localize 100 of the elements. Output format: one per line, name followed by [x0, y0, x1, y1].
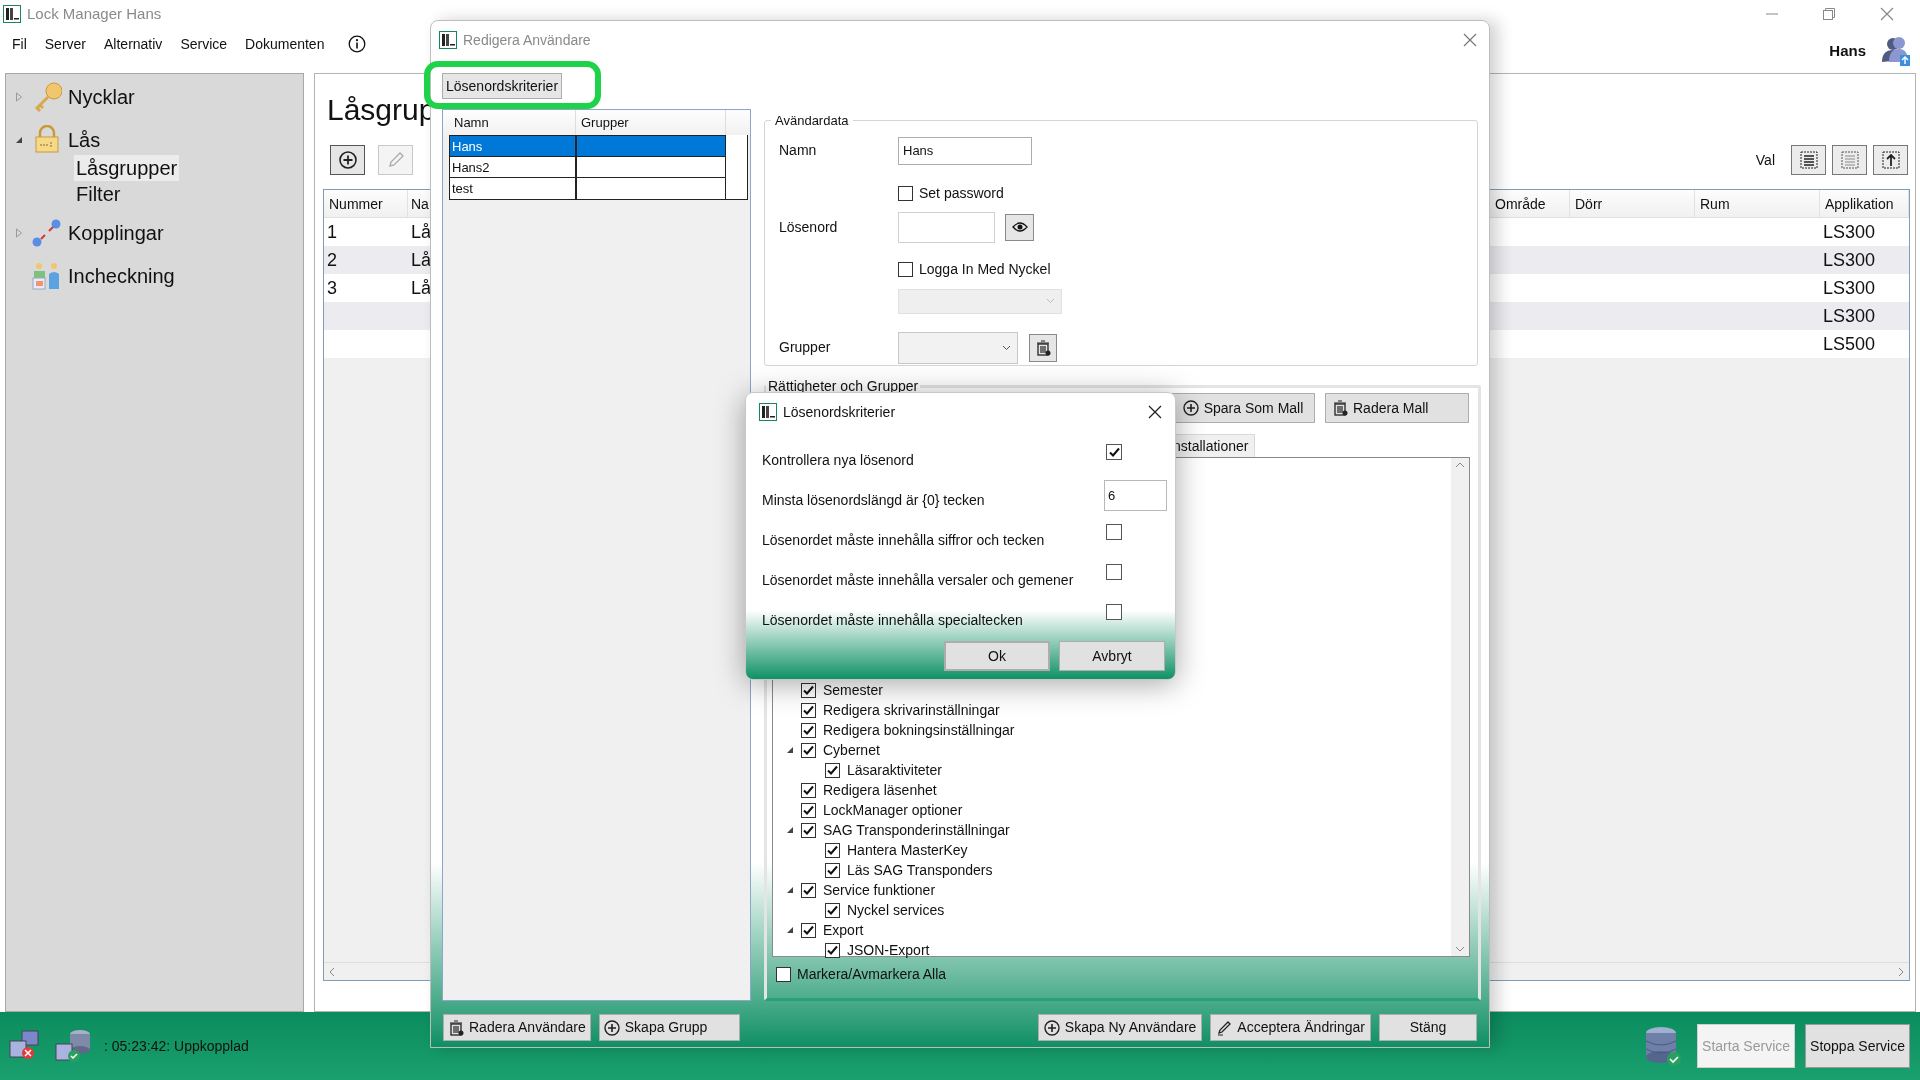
checkbox[interactable] [801, 922, 816, 938]
checkbox[interactable] [1106, 604, 1122, 620]
menu-item[interactable]: Fil [12, 33, 27, 55]
checkbox[interactable] [1106, 524, 1122, 540]
table-cell-text: LS300 [1822, 277, 1877, 300]
deselect-all-button[interactable] [1832, 145, 1867, 175]
checkbox-label[interactable]: Markera/Avmarkera Alla [797, 964, 947, 985]
check-icon [826, 844, 839, 856]
sidebar-item[interactable]: Incheckning [68, 260, 175, 291]
pencil-icon [1216, 1019, 1233, 1036]
checkbox[interactable] [825, 762, 840, 778]
checkbox[interactable] [825, 842, 840, 858]
eye-icon [1011, 222, 1028, 232]
expander-icon[interactable] [786, 886, 794, 894]
tree-item[interactable]: SAG Transponderinställningar [823, 819, 1010, 841]
user-row[interactable]: test [449, 177, 576, 200]
select-all-button[interactable] [1791, 145, 1826, 175]
menu-item[interactable]: Alternativ [104, 33, 163, 55]
checkbox[interactable] [801, 782, 816, 798]
min-length-field[interactable]: 6 [1104, 479, 1167, 511]
expander-icon[interactable] [786, 926, 794, 934]
checkbox[interactable] [801, 882, 816, 898]
add-button[interactable] [330, 145, 365, 175]
button[interactable]: Skapa Ny Användare [1037, 1014, 1203, 1041]
menu-item[interactable]: Service [180, 33, 228, 55]
tree-item[interactable]: JSON-Export [847, 939, 930, 961]
tree-item[interactable]: Hantera MasterKey [847, 839, 968, 861]
table-cell-text: Lå [410, 221, 433, 244]
checkbox[interactable] [1106, 444, 1122, 460]
password-criteria-button[interactable]: Lösenordskriterier [442, 73, 563, 99]
checkbox[interactable] [801, 802, 816, 818]
export-button[interactable] [1873, 145, 1908, 175]
button[interactable]: Radera Användare [443, 1014, 591, 1041]
checkbox[interactable] [898, 186, 913, 201]
padlock-icon [32, 124, 62, 155]
expander-icon[interactable] [15, 135, 23, 144]
checkbox[interactable] [898, 262, 913, 277]
user-row[interactable]: Hans [449, 135, 576, 158]
sidebar-subitem[interactable]: Låsgrupper [74, 155, 180, 181]
tree-item[interactable]: Service funktioner [823, 879, 936, 901]
vertical-scrollbar[interactable] [1451, 458, 1469, 956]
sidebar-subitem[interactable]: Filter [74, 181, 123, 207]
restore-icon[interactable] [1823, 8, 1835, 20]
ok-button[interactable]: Ok [944, 641, 1050, 671]
people-icon [32, 260, 62, 291]
sidebar-item[interactable]: Lås [68, 124, 101, 155]
plus-icon [603, 1019, 620, 1036]
key-icon [32, 81, 62, 112]
menu-item[interactable]: Dokumenten [245, 33, 325, 55]
tree-item[interactable]: Läsaraktiviteter [847, 759, 942, 781]
tree-item[interactable]: Semester [823, 679, 883, 701]
save-template-button[interactable]: Spara Som Mall [1171, 393, 1315, 423]
password-field[interactable] [898, 211, 995, 243]
tree-item[interactable]: Redigera skrivarinställningar [823, 699, 1000, 721]
checkbox[interactable] [776, 967, 791, 982]
stop-service-button[interactable]: Stoppa Service [1805, 1024, 1910, 1068]
expander-icon[interactable] [786, 826, 794, 834]
checkbox-label[interactable]: Set password [919, 183, 1004, 204]
trash-icon [1332, 400, 1348, 416]
tree-item[interactable]: Cybernet [823, 739, 880, 761]
chevron-down-icon [1455, 946, 1465, 952]
list-icon [1840, 151, 1859, 169]
user-row[interactable]: Hans2 [449, 156, 576, 179]
check-icon [802, 924, 815, 936]
sidebar-item[interactable]: Kopplingar [68, 217, 164, 248]
button[interactable]: Skapa Grupp [598, 1014, 740, 1041]
tree-item[interactable]: Nyckel services [847, 899, 945, 921]
checkbox[interactable] [801, 722, 816, 738]
checkbox[interactable] [801, 742, 816, 758]
name-field[interactable]: Hans [898, 136, 1032, 165]
pencil-icon [386, 151, 405, 169]
check-icon [802, 824, 815, 836]
tree-item[interactable]: Läs SAG Transponders [847, 859, 993, 881]
tree-item[interactable]: Export [823, 919, 864, 941]
button[interactable]: Acceptera Ändringar [1210, 1014, 1371, 1041]
close-icon[interactable] [1148, 405, 1162, 419]
checkbox[interactable] [801, 822, 816, 838]
check-icon [802, 724, 815, 736]
chevron-up-icon [1455, 462, 1465, 468]
table-cell-text: Lå [410, 277, 433, 300]
menu-item[interactable]: Server [44, 33, 86, 55]
checkbox[interactable] [801, 702, 816, 718]
tree-item[interactable]: LockManager optioner [823, 799, 963, 821]
checkbox[interactable] [801, 682, 816, 698]
sidebar-item[interactable]: Nycklar [68, 81, 135, 112]
tree-item[interactable]: Redigera bokningsinställningar [823, 719, 1015, 741]
criteria-label: Lösenordet måste innehålla versaler och gemener [762, 570, 1075, 590]
show-password-button[interactable] [1005, 213, 1034, 241]
checkbox[interactable] [825, 902, 840, 918]
info-icon[interactable] [348, 35, 367, 53]
checkbox[interactable] [825, 862, 840, 878]
delete-template-button[interactable]: Radera Mall [1325, 393, 1469, 423]
tree-item[interactable]: Redigera läsenhet [823, 779, 937, 801]
cancel-button[interactable]: Avbryt [1059, 641, 1165, 671]
expander-icon[interactable] [786, 746, 794, 754]
checkbox[interactable] [825, 942, 840, 958]
button[interactable]: Stäng [1379, 1014, 1477, 1041]
delete-group-button[interactable] [1029, 333, 1057, 362]
checkbox[interactable] [1106, 564, 1122, 580]
checkbox-label[interactable]: Logga In Med Nyckel [919, 259, 1051, 280]
